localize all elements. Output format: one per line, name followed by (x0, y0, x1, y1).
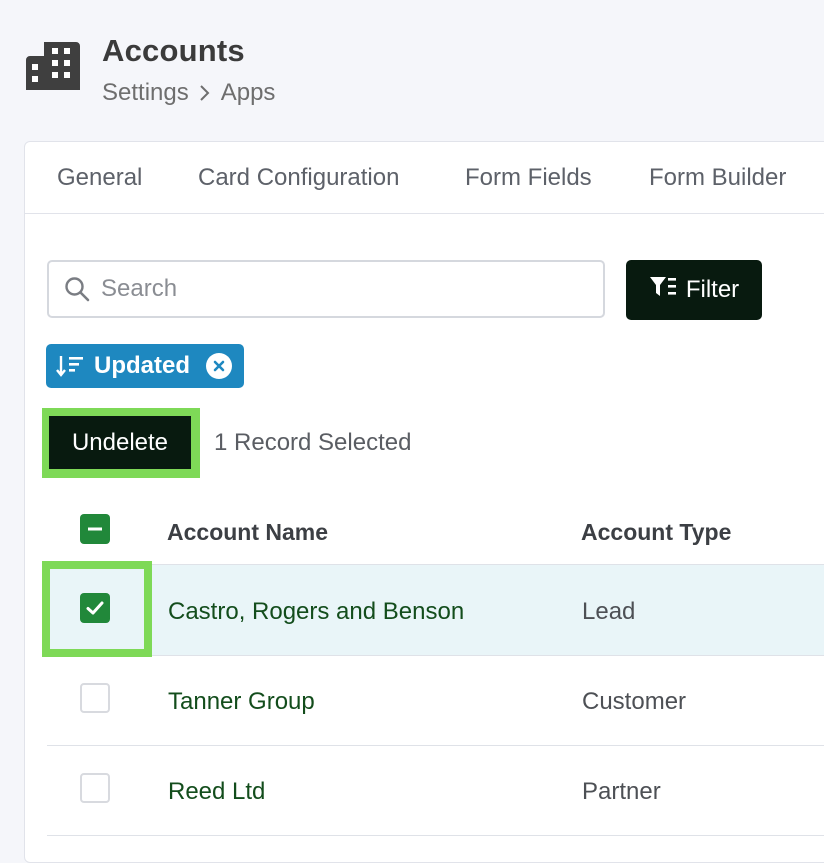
tab-form-fields[interactable]: Form Fields (465, 164, 592, 192)
filter-button[interactable]: Filter (626, 260, 762, 320)
column-header-account-name[interactable]: Account Name (167, 518, 328, 546)
breadcrumb: Settings Apps (102, 78, 275, 108)
filter-icon (649, 276, 677, 305)
undelete-highlight: Undelete (42, 408, 200, 478)
tab-bar: General Card Configuration Form Fields F… (25, 142, 824, 214)
tab-form-builder[interactable]: Form Builder (649, 164, 786, 192)
checkmark-icon (86, 601, 104, 615)
row-checkbox[interactable] (80, 593, 110, 623)
main-card: General Card Configuration Form Fields F… (24, 141, 824, 863)
row-checkbox[interactable] (80, 683, 110, 713)
minus-icon (88, 527, 102, 531)
undelete-button[interactable]: Undelete (49, 416, 191, 469)
filter-button-label: Filter (685, 276, 740, 303)
select-all-checkbox[interactable] (80, 514, 110, 544)
account-name-link[interactable]: Tanner Group (168, 688, 315, 716)
tab-general[interactable]: General (57, 164, 142, 192)
search-input[interactable] (101, 272, 581, 306)
breadcrumb-settings[interactable]: Settings (102, 78, 189, 108)
row-checkbox[interactable] (80, 773, 110, 803)
sort-chip[interactable]: Updated (46, 344, 244, 388)
app-icon (26, 38, 82, 94)
account-name-link[interactable]: Reed Ltd (168, 778, 265, 806)
column-header-account-type[interactable]: Account Type (581, 518, 731, 546)
account-name-link[interactable]: Castro, Rogers and Benson (168, 598, 464, 626)
table-header: Account Name Account Type (47, 504, 824, 565)
account-type: Lead (582, 598, 636, 625)
table-row[interactable]: Castro, Rogers and Benson Lead (42, 561, 824, 657)
close-icon[interactable] (206, 353, 232, 379)
tab-card-configuration[interactable]: Card Configuration (198, 164, 399, 192)
breadcrumb-apps[interactable]: Apps (221, 78, 276, 108)
account-type: Partner (582, 778, 661, 805)
sort-descending-icon (56, 354, 86, 383)
page-title: Accounts (102, 33, 245, 68)
selection-count: 1 Record Selected (214, 429, 412, 456)
table-row[interactable]: Reed Ltd Partner (47, 745, 824, 836)
chevron-right-icon (199, 84, 211, 102)
account-type: Customer (582, 688, 687, 715)
search-box (47, 260, 605, 318)
sort-chip-label: Updated (94, 352, 190, 379)
table-row[interactable]: Tanner Group Customer (47, 655, 824, 746)
